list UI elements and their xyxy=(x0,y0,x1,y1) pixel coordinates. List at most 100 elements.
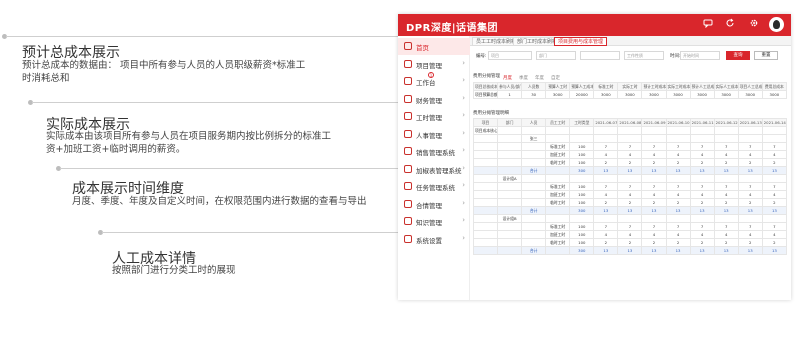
sidebar-item-label: 知识管理 xyxy=(416,219,442,227)
table-cell xyxy=(472,230,499,239)
table-cell xyxy=(521,158,547,167)
chevron-right-icon: › xyxy=(462,128,465,137)
filter-label-code: 编号: xyxy=(476,54,487,59)
column-header: 部门 xyxy=(497,118,523,127)
reset-button[interactable]: 重置 xyxy=(754,51,778,60)
table-cell: 13 xyxy=(665,206,691,215)
department-select[interactable]: 部门 xyxy=(536,51,576,60)
table-cell: 3000 xyxy=(761,90,788,99)
message-icon[interactable] xyxy=(701,18,715,32)
table-cell: 加班工时 xyxy=(545,150,571,159)
table-cell: 4 xyxy=(617,150,643,159)
column-header: 实际人工成本 xyxy=(713,82,739,91)
period-tab-year[interactable]: 年度 xyxy=(535,76,544,81)
sidebar-item[interactable]: 项目管理 › xyxy=(398,56,470,73)
project-input[interactable]: 项目 xyxy=(488,51,532,60)
sidebar-item[interactable]: 人事管理 › xyxy=(398,126,470,143)
table-cell: 7 xyxy=(761,182,788,191)
table-cell xyxy=(545,134,571,143)
table-cell xyxy=(521,150,547,159)
period-tab-month[interactable]: 月度 xyxy=(503,76,512,81)
table-cell: 2 xyxy=(617,238,643,247)
sidebar-item[interactable]: 合情管理 › xyxy=(398,196,470,213)
table-cell xyxy=(545,174,571,183)
menu-icon xyxy=(404,234,412,243)
tab-project-cost[interactable]: 项目费用与成本管理 xyxy=(554,37,608,46)
table-cell: 7 xyxy=(617,222,643,231)
filter-bar: 编号: 项目 部门 工作性质 时间: 开始时间 查询 重置 xyxy=(470,48,791,64)
sidebar-item[interactable]: 财务管理 › xyxy=(398,91,470,108)
table-cell xyxy=(545,206,571,215)
period-tab-quarter[interactable]: 季度 xyxy=(519,76,528,81)
table-cell xyxy=(472,222,499,231)
table-cell: 13 xyxy=(617,166,643,175)
anno-desc-4: 按照部门进行分类工时的展现 xyxy=(112,265,236,276)
table-cell: 合计 xyxy=(521,246,547,255)
period-tabs: 月度 季度 年度 自定 xyxy=(503,75,567,81)
table-cell: 标准工时 xyxy=(545,182,571,191)
sidebar-item-label: 系统设置 xyxy=(416,236,442,245)
table-cell: 2 xyxy=(689,158,715,167)
filter-label-time: 时间: xyxy=(670,54,681,59)
sidebar-item[interactable]: 任务管理系统 › xyxy=(398,178,470,195)
table-cell: 13 xyxy=(641,246,667,255)
query-button[interactable]: 查询 xyxy=(726,51,750,60)
table-row: 设计组A xyxy=(472,174,788,183)
menu-icon xyxy=(404,59,412,68)
sidebar-item[interactable]: 销售管理系统 › xyxy=(398,143,470,160)
table-cell xyxy=(497,230,523,239)
sidebar-item[interactable]: 工作台 1 › xyxy=(398,72,470,90)
table-cell: 项目预算总额 xyxy=(472,90,499,99)
table-cell xyxy=(521,182,547,191)
chevron-right-icon: › xyxy=(462,198,465,207)
sidebar-item[interactable]: 首页 xyxy=(398,38,470,55)
personnel-select[interactable] xyxy=(580,51,620,60)
menu-icon xyxy=(404,164,412,173)
table-cell: 13 xyxy=(665,166,691,175)
start-date-input[interactable]: 开始时间 xyxy=(680,51,720,60)
brand-logo: DPR深度|话语集团 xyxy=(406,23,498,34)
table-cell xyxy=(689,134,715,143)
table-cell: 设计组A xyxy=(497,174,523,183)
table-cell xyxy=(593,126,619,135)
table-cell: 临时工时 xyxy=(545,238,571,247)
table-cell: 13 xyxy=(593,206,619,215)
table-cell: 7 xyxy=(665,182,691,191)
user-avatar[interactable] xyxy=(769,17,784,32)
sidebar-item[interactable]: 工时管理 › xyxy=(398,108,470,125)
table-cell: 100 xyxy=(569,238,595,247)
table-cell: 300 xyxy=(569,206,595,215)
table-cell: 13 xyxy=(713,166,739,175)
menu-icon xyxy=(404,217,412,225)
table-cell: 3000 xyxy=(641,90,667,99)
gear-icon[interactable] xyxy=(747,18,761,32)
sidebar-item-label: 合情管理 xyxy=(416,201,442,210)
sidebar-item-label: 首页 xyxy=(416,44,429,52)
table-cell: 2 xyxy=(665,158,691,167)
table-cell: 7 xyxy=(737,222,763,231)
table-cell xyxy=(689,126,715,135)
table-row: 张三 xyxy=(472,134,788,143)
column-header: 2021-06-07 xyxy=(593,118,619,127)
period-tab-custom[interactable]: 自定 xyxy=(551,76,560,81)
anno-desc-3: 月度、季度、年度及自定义时间，在权限范围内进行数据的查看与导出 xyxy=(72,196,367,207)
sidebar-item[interactable]: 加椒表管理系统 › xyxy=(398,161,470,178)
table-cell: 7 xyxy=(593,222,619,231)
work-type-select[interactable]: 工作性质 xyxy=(624,51,664,60)
refresh-icon[interactable] xyxy=(723,18,737,32)
table-cell xyxy=(472,206,499,215)
table-cell xyxy=(497,198,523,207)
table-cell: 4 xyxy=(593,190,619,199)
table-cell: 2 xyxy=(665,198,691,207)
sidebar-item[interactable]: 知识管理 › xyxy=(398,213,470,230)
table-cell: 7 xyxy=(641,182,667,191)
table-cell: 7 xyxy=(593,182,619,191)
sidebar-item[interactable]: 系统设置 › xyxy=(398,231,470,248)
table-cell: 4 xyxy=(593,230,619,239)
table-cell: 2 xyxy=(665,238,691,247)
table-cell xyxy=(761,214,788,223)
table-cell: 2 xyxy=(641,238,667,247)
summary-title: 费用分摊管理 xyxy=(473,74,500,79)
table-cell: 13 xyxy=(665,246,691,255)
table-cell: 2 xyxy=(737,158,763,167)
